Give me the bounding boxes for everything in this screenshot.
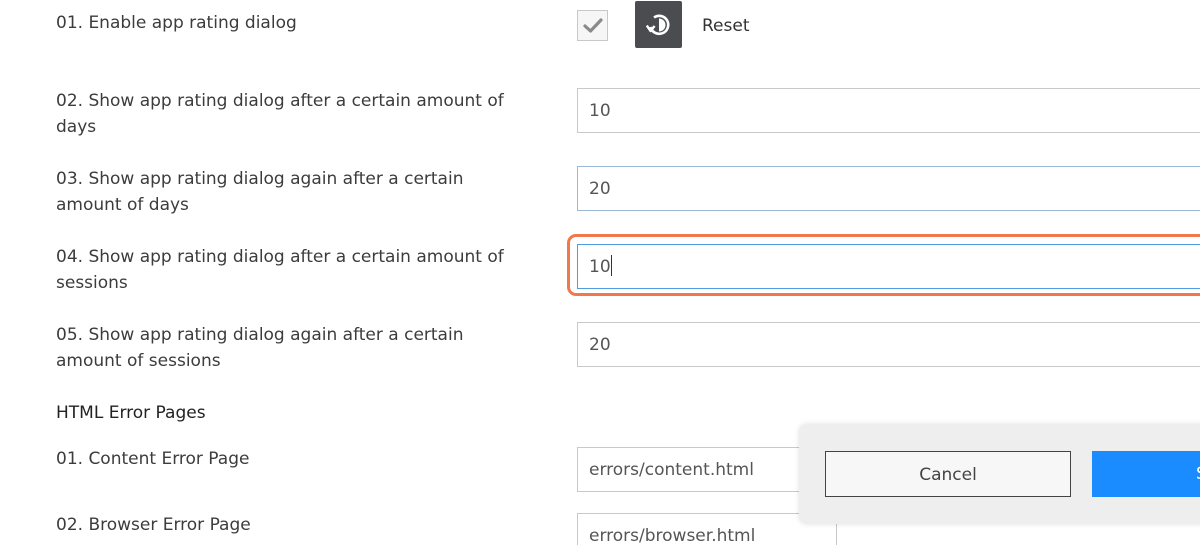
check-icon <box>583 18 603 33</box>
rating-days-label: 02. Show app rating dialog after a certa… <box>56 91 504 137</box>
content-error-label: 01. Content Error Page <box>56 449 250 469</box>
rating-again-sessions-input[interactable]: 20 <box>577 322 1200 367</box>
rating-again-sessions-label: 05. Show app rating dialog again after a… <box>56 325 464 371</box>
enable-rating-checkbox[interactable] <box>577 10 608 41</box>
cancel-button[interactable]: Cancel <box>825 451 1071 497</box>
error-pages-heading: HTML Error Pages <box>56 403 206 423</box>
reset-icon <box>646 14 670 36</box>
rating-sessions-label: 04. Show app rating dialog after a certa… <box>56 247 504 293</box>
save-button[interactable]: S <box>1092 451 1200 497</box>
reset-button[interactable] <box>635 1 682 48</box>
rating-again-days-input[interactable]: 20 <box>577 166 1200 211</box>
reset-label[interactable]: Reset <box>702 13 750 39</box>
browser-error-input[interactable]: errors/browser.html <box>577 513 837 545</box>
settings-page: 01. Enable app rating dialog Reset 02. S… <box>0 0 1200 545</box>
rating-days-input[interactable]: 10 <box>577 88 1200 133</box>
content-error-input[interactable]: errors/content.html <box>577 447 837 492</box>
enable-rating-label: 01. Enable app rating dialog <box>56 13 297 33</box>
focus-highlight <box>567 234 1200 296</box>
rating-again-days-label: 03. Show app rating dialog again after a… <box>56 169 464 215</box>
browser-error-label: 02. Browser Error Page <box>56 515 251 535</box>
